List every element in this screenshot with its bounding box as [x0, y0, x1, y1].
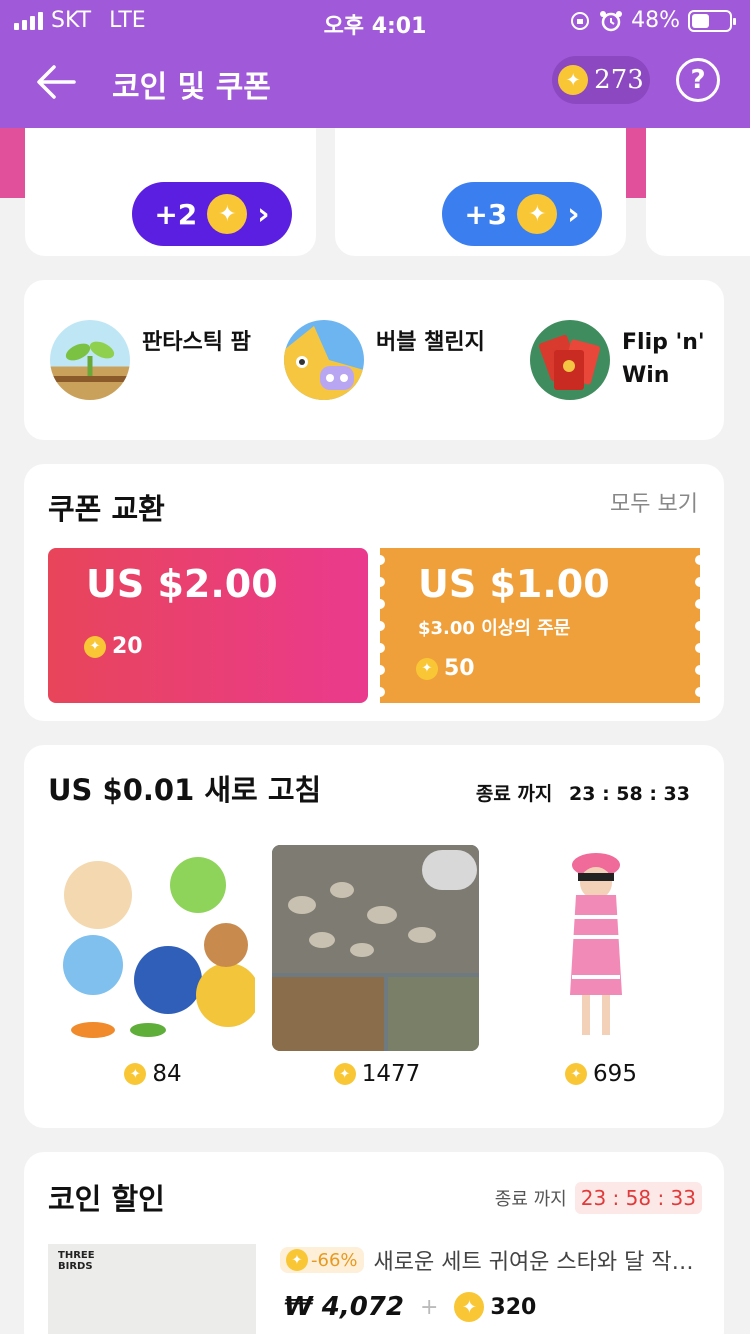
brand-line: BIRDS: [58, 1261, 93, 1272]
countdown-time: 23 : 58 : 33: [569, 783, 690, 805]
coin-icon: ✦: [558, 65, 589, 95]
reward-value: +3: [464, 197, 508, 231]
sprout-icon: [50, 320, 130, 400]
product-image: THREE BIRDS: [48, 1244, 256, 1334]
orientation-lock-icon: [571, 11, 590, 30]
battery-icon: [688, 9, 736, 32]
countdown-minutes: 58: [625, 1186, 652, 1210]
countdown-label: 종료 까지: [494, 1189, 567, 1210]
reward-claim-button[interactable]: +2 ✦ ›: [132, 182, 292, 246]
product-card[interactable]: ✦ 1477: [272, 845, 482, 1087]
coin-balance-value: 273: [594, 65, 644, 95]
countdown: 종료 까지 23 : 58 : 33: [495, 1182, 702, 1214]
see-all-link[interactable]: 모두 보기: [610, 486, 698, 518]
section-title: 코인 할인: [48, 1182, 165, 1216]
countdown-label: 종료 까지: [475, 783, 553, 805]
chevron-right-icon: ›: [257, 196, 270, 232]
product-image: [496, 845, 703, 1051]
coupon-price: ✦ 50: [416, 656, 475, 681]
ticket-edge: [695, 555, 704, 697]
reward-claim-button[interactable]: +3 ✦ ›: [442, 182, 602, 246]
coin-icon: ✦: [333, 1063, 356, 1085]
coin-icon: ✦: [416, 657, 438, 680]
countdown-seconds: 33: [670, 1186, 696, 1210]
coin-icon: ✦: [124, 1063, 147, 1085]
plus-sign: +: [419, 1294, 439, 1320]
game-fantastic-farm[interactable]: 판타스틱 팜: [50, 320, 251, 400]
coin-icon: ✦: [207, 194, 248, 234]
coupon-card[interactable]: US $1.00 $3.00 이상의 주문 ✦ 50: [376, 548, 704, 703]
bubble-monster-icon: [284, 320, 364, 400]
coupon-price-value: 50: [444, 656, 475, 681]
product-card[interactable]: ✦ 695: [496, 845, 706, 1087]
discount-value: -66%: [311, 1249, 358, 1271]
status-bar: SKT LTE 오후 4:01 48%: [0, 0, 750, 42]
product-price-value: 1477: [361, 1061, 421, 1087]
product-coin-price: ✦ 320: [454, 1292, 536, 1322]
product-price: ✦ 84: [48, 1061, 258, 1087]
coupon-price: ✦ 20: [84, 634, 143, 659]
page-title: 코인 및 쿠폰: [112, 70, 271, 105]
coupon-condition: $3.00 이상의 주문: [418, 618, 571, 639]
product-coin-value: 320: [490, 1294, 537, 1320]
product-price: ₩ 4,072: [284, 1292, 404, 1322]
product-name: 새로운 세트 귀여운 스타와 달 작…: [373, 1250, 694, 1275]
coin-balance[interactable]: ✦ 273: [552, 56, 650, 104]
countdown-time: 23 : 58 : 33: [574, 1182, 702, 1214]
discount-badge: ✦ -66%: [280, 1247, 364, 1273]
product-price-value: 695: [593, 1061, 637, 1087]
countdown: 종료 까지 23 : 58 : 33: [476, 779, 690, 806]
app-header: 코인 및 쿠폰 ✦ 273 ?: [0, 42, 750, 128]
red-envelope-icon: [530, 320, 610, 400]
coin-icon: ✦: [454, 1292, 485, 1322]
countdown-hours: 23: [580, 1186, 607, 1210]
coin-icon: ✦: [286, 1249, 308, 1271]
game-label-line: Win: [622, 363, 670, 388]
product-price-value: 84: [152, 1061, 182, 1087]
top-bar: SKT LTE 오후 4:01 48% 코인 및 쿠폰 ✦ 273 ?: [0, 0, 750, 128]
section-title: 쿠폰 교환: [48, 492, 165, 526]
coupon-card[interactable]: US $2.00 ✦ 20: [48, 548, 368, 703]
product-price: ✦ 695: [496, 1061, 706, 1087]
coupon-amount: US $2.00: [86, 562, 278, 606]
coupon-exchange-panel: 쿠폰 교환 모두 보기 US $2.00 ✦ 20 US $1.00 $3.00…: [24, 464, 724, 721]
ticket-edge: [376, 555, 385, 697]
reward-card[interactable]: [646, 128, 750, 256]
coin-discount-panel: 코인 할인 종료 까지 23 : 58 : 33 THREE BIRDS ✦ -…: [24, 1152, 724, 1334]
back-arrow-icon[interactable]: [34, 60, 78, 104]
flash-refresh-panel: US $0.01 새로 고침 종료 까지 23 : 58 : 33 ✦ 84 ✦…: [24, 745, 724, 1128]
coupon-price-value: 20: [112, 634, 143, 659]
help-button[interactable]: ?: [676, 58, 720, 102]
battery-percent: 48%: [631, 8, 680, 33]
brand-line: THREE: [58, 1250, 95, 1261]
chevron-right-icon: ›: [567, 196, 580, 232]
reward-strip: +2 ✦ › +3 ✦ ›: [0, 128, 750, 256]
coupon-amount: US $1.00: [418, 562, 610, 606]
discount-product[interactable]: THREE BIRDS ✦ -66% 새로운 세트 귀여운 스타와 달 작… ₩…: [48, 1244, 708, 1334]
alarm-icon: [600, 10, 623, 31]
product-image: [48, 845, 255, 1051]
reward-card[interactable]: +3 ✦ ›: [335, 128, 626, 256]
coin-icon: ✦: [84, 635, 106, 658]
game-bubble-challenge[interactable]: 버블 챌린지: [284, 320, 485, 400]
game-label-line: Flip 'n': [622, 330, 705, 355]
game-label: 판타스틱 팜: [142, 330, 251, 355]
game-label: 버블 챌린지: [376, 330, 485, 355]
coin-icon: ✦: [517, 194, 558, 234]
section-title: US $0.01 새로 고침: [48, 773, 322, 807]
reward-value: +2: [154, 197, 198, 231]
reward-card[interactable]: +2 ✦ ›: [25, 128, 316, 256]
product-card[interactable]: ✦ 84: [48, 845, 258, 1087]
brand-logo: THREE BIRDS: [58, 1250, 95, 1272]
coin-icon: ✦: [565, 1063, 588, 1085]
games-panel: 판타스틱 팜 버블 챌린지 Flip 'n' Win: [24, 280, 724, 440]
product-image: [272, 845, 479, 1051]
game-flip-n-win[interactable]: Flip 'n' Win: [530, 320, 705, 400]
game-label: Flip 'n' Win: [622, 326, 705, 392]
product-price: ✦ 1477: [272, 1061, 482, 1087]
